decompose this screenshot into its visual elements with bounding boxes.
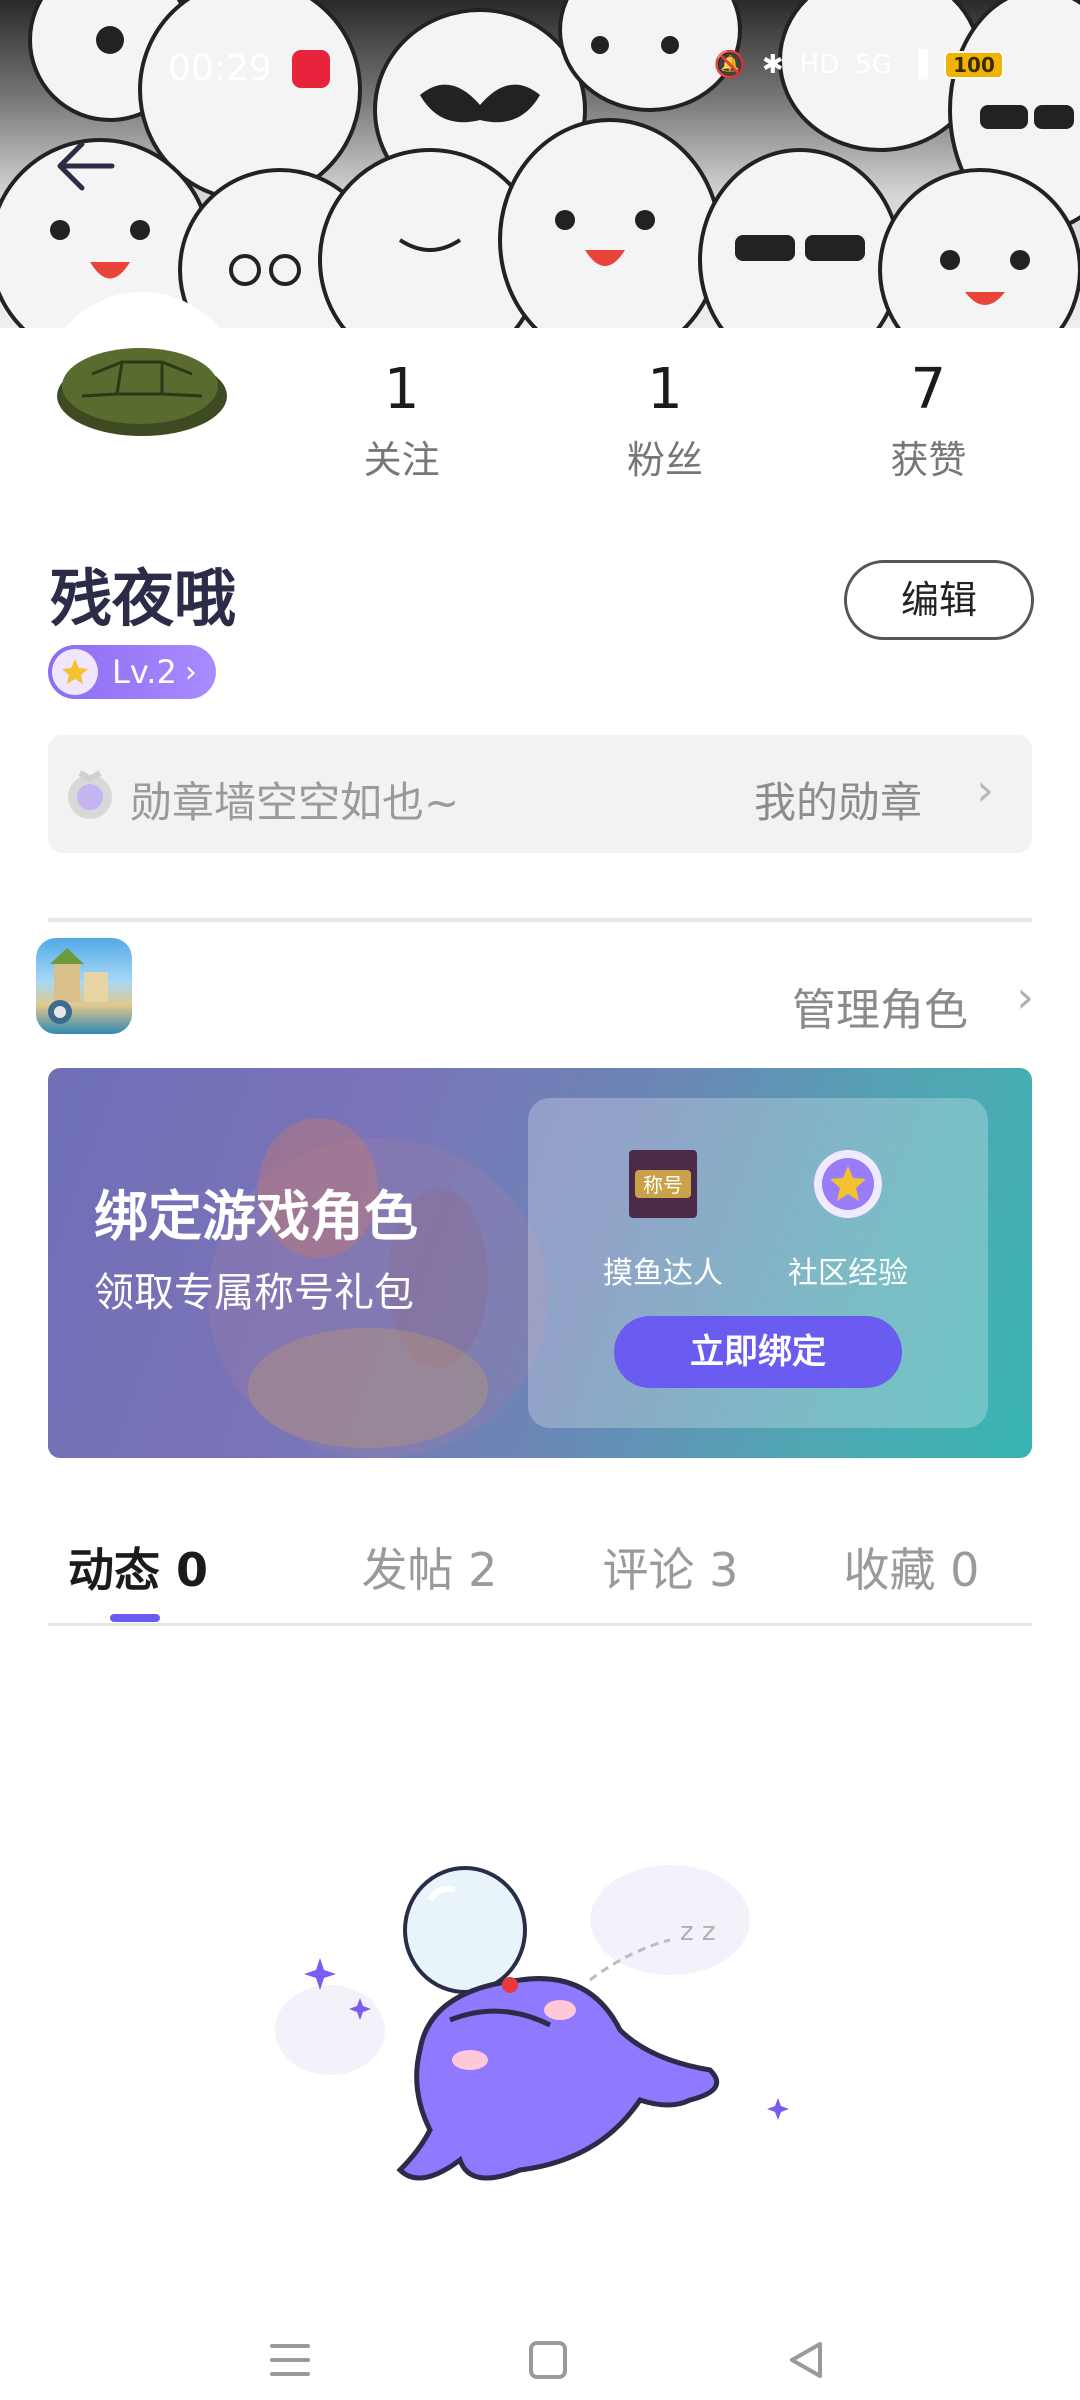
bind-game-role-banner[interactable]: 绑定游戏角色 领取专属称号礼包 称号 摸鱼达人 社区经验 立即绑定	[48, 1068, 1032, 1458]
my-medals-link[interactable]: 我的勋章	[754, 769, 922, 830]
medal-icon	[68, 770, 112, 819]
bluetooth-icon: ✱	[761, 50, 784, 80]
chevron-right-icon: ›	[976, 765, 994, 816]
manage-role-link[interactable]: 管理角色	[792, 974, 968, 1038]
stat-following[interactable]: 1 关注	[270, 355, 533, 484]
menu-nav-button[interactable]	[250, 2320, 330, 2400]
stat-likes[interactable]: 7 获赞	[797, 355, 1060, 484]
tab-comments[interactable]: 评论 3	[550, 1530, 791, 1623]
avatar[interactable]	[42, 292, 242, 492]
status-time: 00:29	[168, 48, 272, 89]
notification-app-icon	[292, 50, 330, 88]
reward-exp-item: 社区经验	[773, 1148, 923, 1292]
divider	[48, 918, 1032, 922]
stat-value: 7	[910, 357, 947, 422]
signal-icon: ▐	[908, 50, 928, 80]
stat-label: 关注	[363, 438, 440, 482]
medal-wall[interactable]: 勋章墙空空如也~ 我的勋章 ›	[48, 735, 1032, 853]
tab-activity[interactable]: 动态 0	[48, 1530, 309, 1623]
status-bar: 00:29 🔕 ✱ HD 5G ▐ 100	[0, 0, 1080, 110]
profile-stats: 1 关注 1 粉丝 7 获赞	[270, 355, 1060, 484]
network-label: 5G	[855, 50, 892, 80]
chevron-right-icon: ›	[1016, 972, 1034, 1023]
title-badge-icon: 称号	[627, 1148, 699, 1220]
battery-icon: 100	[944, 51, 1004, 79]
bind-title: 绑定游戏角色	[94, 1185, 418, 1248]
reward-title-label: 摸鱼达人	[603, 1256, 723, 1291]
back-button[interactable]	[52, 136, 122, 196]
home-nav-button[interactable]	[508, 2320, 588, 2400]
back-triangle-icon	[790, 2342, 822, 2378]
bind-subtitle: 领取专属称号礼包	[94, 1270, 414, 1316]
username: 残夜哦	[50, 562, 237, 635]
title-badge-text: 称号	[643, 1173, 683, 1197]
tab-posts[interactable]: 发帖 2	[309, 1530, 550, 1623]
hd-icon: HD	[799, 50, 840, 80]
level-badge[interactable]: Lv.2 ›	[48, 645, 216, 699]
stat-value: 1	[647, 357, 683, 422]
home-square-icon	[529, 2341, 567, 2379]
profile-tabs: 动态 0 发帖 2 评论 3 收藏 0	[48, 1530, 1032, 1626]
community-exp-icon	[812, 1148, 884, 1220]
edit-profile-button[interactable]: 编辑	[844, 560, 1034, 640]
back-nav-button[interactable]	[766, 2320, 846, 2400]
stat-label: 粉丝	[626, 438, 703, 482]
back-arrow-icon	[57, 141, 115, 191]
stat-label: 获赞	[890, 438, 967, 482]
level-star-icon	[52, 649, 98, 695]
turtle-shell-avatar-image	[57, 348, 227, 436]
game-app-icon[interactable]	[36, 938, 132, 1034]
active-tab-indicator	[110, 1614, 160, 1622]
stat-followers[interactable]: 1 粉丝	[533, 355, 796, 484]
tab-favorites[interactable]: 收藏 0	[791, 1530, 1032, 1623]
mute-icon: 🔕	[713, 50, 746, 80]
reward-panel: 称号 摸鱼达人 社区经验 立即绑定	[528, 1098, 988, 1428]
level-text: Lv.2	[112, 653, 177, 691]
empty-state-dolphin-illustration: z z	[275, 1865, 789, 2181]
status-icons: 🔕 ✱ HD 5G ▐ 100	[714, 50, 1004, 80]
chevron-right-icon: ›	[184, 654, 197, 690]
medal-empty-text: 勋章墙空空如也~	[130, 778, 460, 827]
reward-title-item: 称号 摸鱼达人	[588, 1148, 738, 1292]
sleep-z: z z	[680, 1917, 716, 1947]
reward-exp-label: 社区经验	[788, 1256, 908, 1291]
stat-value: 1	[383, 357, 420, 422]
bind-now-button[interactable]: 立即绑定	[614, 1316, 902, 1388]
system-nav-bar	[0, 2320, 1080, 2400]
menu-icon	[270, 2344, 310, 2376]
